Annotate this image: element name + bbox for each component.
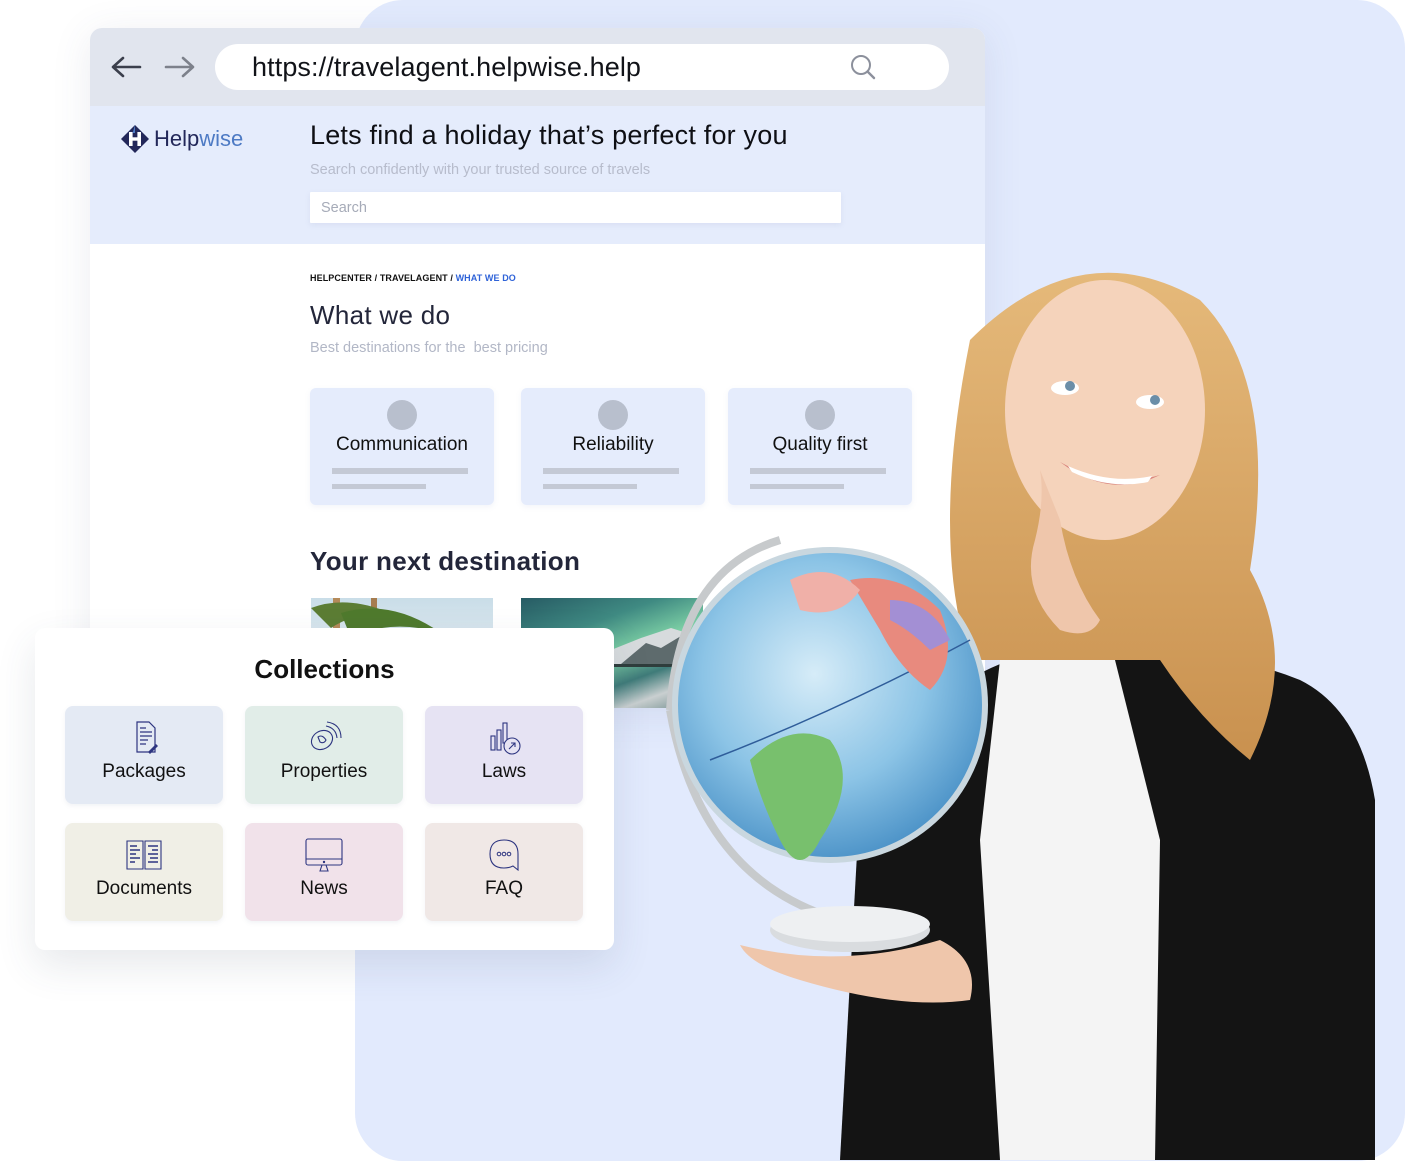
breadcrumb-helpcenter[interactable]: HELPCENTER — [310, 273, 372, 283]
feature-card-communication[interactable]: Communication — [310, 388, 494, 505]
collection-properties[interactable]: Properties — [245, 706, 403, 804]
text-placeholder-line — [332, 468, 468, 474]
breadcrumb-current: WHAT WE DO — [455, 273, 516, 283]
helpwise-logo-icon — [121, 125, 149, 153]
collection-faq[interactable]: FAQ — [425, 823, 583, 921]
collection-packages[interactable]: Packages — [65, 706, 223, 804]
breadcrumb: HELPCENTER / TRAVELAGENT / WHAT WE DO — [310, 273, 516, 283]
destinations-title: Your next destination — [310, 546, 581, 576]
text-placeholder-line — [543, 484, 637, 489]
collection-label: Documents — [95, 878, 193, 899]
breadcrumb-travelagent[interactable]: TRAVELAGENT — [380, 273, 448, 283]
breadcrumb-separator: / — [372, 273, 380, 283]
collection-documents[interactable]: Documents — [65, 823, 223, 921]
page-title: What we do — [310, 300, 451, 330]
browser-toolbar: https://travelagent.helpwise.help — [90, 28, 985, 106]
search-input[interactable] — [310, 192, 841, 223]
monitor-icon — [305, 838, 343, 872]
feature-icon-placeholder — [598, 400, 628, 430]
hero-title: Lets find a holiday that’s perfect for y… — [310, 120, 788, 150]
brand-name-part1: Help — [154, 126, 200, 151]
collections-title: Collections — [254, 654, 395, 684]
helpwise-logo[interactable]: Helpwise — [120, 124, 243, 154]
brand-name: Helpwise — [154, 126, 243, 152]
phone-call-icon — [310, 721, 342, 751]
url-bar[interactable]: https://travelagent.helpwise.help — [215, 44, 949, 90]
open-book-icon — [126, 840, 162, 870]
collection-label: Packages — [102, 761, 186, 782]
page-subtitle: Best destinations for the best pricing — [310, 340, 548, 356]
hero-section: Helpwise Lets find a holiday that’s perf… — [90, 106, 985, 244]
collection-label: Laws — [481, 761, 527, 782]
feature-icon-placeholder — [387, 400, 417, 430]
collections-card: Collections Packages Properties Laws Doc… — [35, 628, 614, 950]
text-placeholder-line — [332, 484, 426, 489]
face — [1005, 280, 1205, 540]
hero-subtitle: Search confidently with your trusted sou… — [310, 162, 651, 178]
search-icon[interactable] — [849, 53, 877, 81]
arrow-left-icon[interactable] — [108, 52, 144, 82]
collection-news[interactable]: News — [245, 823, 403, 921]
chat-bubble-icon — [489, 839, 519, 872]
collection-label: Properties — [280, 761, 368, 782]
brand-name-part2: wise — [199, 126, 244, 151]
collection-label: News — [300, 878, 348, 899]
collection-laws[interactable]: Laws — [425, 706, 583, 804]
bar-chart-icon — [490, 722, 521, 755]
breadcrumb-separator: / — [447, 273, 456, 283]
collection-label: FAQ — [484, 878, 523, 899]
arrow-right-icon[interactable] — [162, 52, 198, 82]
url-text[interactable]: https://travelagent.helpwise.help — [252, 52, 641, 83]
woman-holding-globe-photo — [666, 272, 1375, 1160]
document-edit-icon — [136, 721, 158, 754]
feature-label: Communication — [336, 434, 468, 455]
